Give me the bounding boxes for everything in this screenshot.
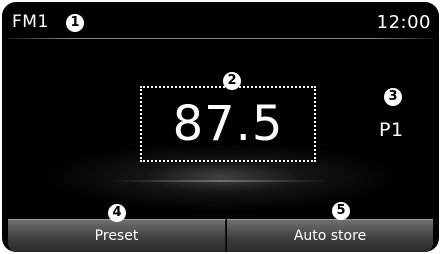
glow-divider xyxy=(112,180,329,182)
softkey-bar: Preset Auto store xyxy=(8,219,433,252)
callout-marker-1: 1 xyxy=(66,14,84,32)
callout-marker-3: 3 xyxy=(384,88,402,106)
frequency-value: 87.5 xyxy=(172,96,284,152)
status-divider xyxy=(8,38,433,39)
preset-button[interactable]: Preset xyxy=(8,219,226,252)
auto-store-button[interactable]: Auto store xyxy=(227,219,433,252)
frequency-display[interactable]: 87.5 xyxy=(140,86,316,162)
callout-marker-2: 2 xyxy=(223,72,241,90)
clock: 12:00 xyxy=(376,12,431,33)
preset-indicator: P1 xyxy=(379,119,404,141)
radio-screen: FM1 12:00 87.5 P1 Preset Auto store 1 2 … xyxy=(2,2,439,252)
band-label[interactable]: FM1 xyxy=(12,12,49,32)
callout-marker-4: 4 xyxy=(108,204,126,222)
callout-marker-5: 5 xyxy=(332,202,350,220)
